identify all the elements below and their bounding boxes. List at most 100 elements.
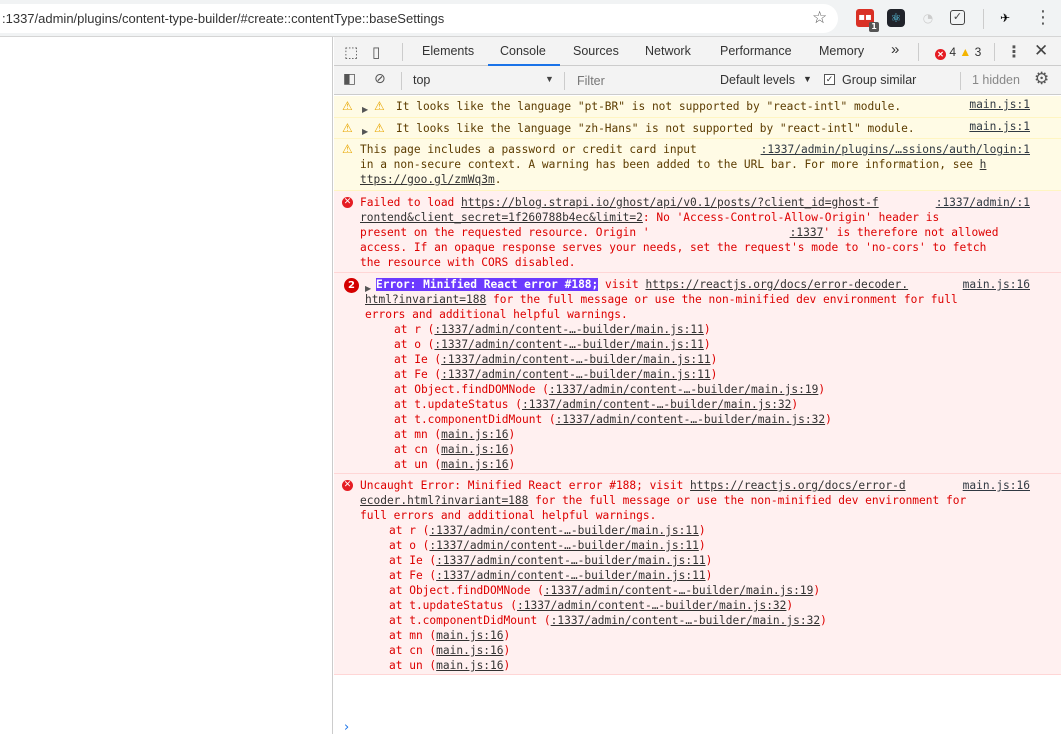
extension-disabled-icon[interactable]: ◔ <box>919 9 937 27</box>
more-tabs-icon[interactable]: » <box>891 41 899 58</box>
tab-sources[interactable]: Sources <box>573 44 619 58</box>
console-warning: ⚠ This page includes a password or credi… <box>334 139 1061 191</box>
kebab-menu-icon[interactable]: ⋮ <box>1006 42 1022 61</box>
stack-frame-link[interactable]: :1337/admin/content-…-builder/main.js:11 <box>429 539 698 552</box>
warning-text: It looks like the language "zh-Hans" is … <box>396 122 915 135</box>
tab-memory[interactable]: Memory <box>819 44 864 58</box>
star-icon[interactable]: ☆ <box>812 8 827 28</box>
stack-frame-link[interactable]: :1337/admin/content-…-builder/main.js:32 <box>556 413 825 426</box>
stack-frame: at Object.findDOMNode (:1337/admin/conte… <box>394 382 825 397</box>
group-similar-checkbox[interactable]: ✓ <box>824 74 835 85</box>
error-text: present on the requested resource. Origi… <box>360 226 650 239</box>
clear-console-icon[interactable]: ⊘ <box>374 71 386 87</box>
stack-frame-link[interactable]: :1337/admin/content-…-builder/main.js:11 <box>441 353 710 366</box>
source-link[interactable]: :1337/admin/:1 <box>936 195 1030 210</box>
stack-frame-link[interactable]: main.js:16 <box>436 629 503 642</box>
stack-frame-link[interactable]: :1337/admin/content-…-builder/main.js:32 <box>517 599 786 612</box>
source-link[interactable]: main.js:1 <box>969 97 1030 112</box>
error-text-line: Failed to load https://blog.strapi.io/gh… <box>360 195 879 210</box>
error-text: errors and additional helpful warnings. <box>365 308 628 321</box>
address-bar[interactable]: :1337/admin/plugins/content-type-builder… <box>0 4 838 33</box>
device-icon[interactable]: ▯ <box>372 43 380 61</box>
stack-frame-link[interactable]: main.js:16 <box>441 428 508 441</box>
source-link[interactable]: main.js:16 <box>963 478 1030 493</box>
stack-frame-end: ) <box>703 338 711 351</box>
stack-frame-link[interactable]: :1337/admin/content-…-builder/main.js:32 <box>522 398 791 411</box>
log-levels-dropdown[interactable]: Default levels <box>720 73 795 87</box>
inspect-icon[interactable]: ⬚ <box>344 43 358 61</box>
browser-toolbar: :1337/admin/plugins/content-type-builder… <box>0 0 1061 37</box>
error-decoder-link[interactable]: html?invariant=188 <box>365 293 486 306</box>
error-decoder-link[interactable]: ecoder.html?invariant=188 <box>360 494 528 507</box>
stack-frame-link[interactable]: :1337/admin/content-…-builder/main.js:11 <box>436 554 705 567</box>
error-text: full errors and additional helpful warni… <box>360 509 657 522</box>
help-link[interactable]: h <box>980 158 987 171</box>
stack-frame-function: at r ( <box>394 323 435 336</box>
stack-frame-link[interactable]: :1337/admin/content-…-builder/main.js:11 <box>429 524 698 537</box>
request-url-link[interactable]: rontend&client_secret=1f260788b4ec&limit… <box>360 211 643 224</box>
react-devtools-icon[interactable]: ⚛ <box>887 9 905 27</box>
stack-frame-function: at cn ( <box>389 644 437 657</box>
repeat-count-badge: 2 <box>344 278 359 293</box>
stack-frame-end: ) <box>791 398 799 411</box>
source-link[interactable]: :1337/admin/plugins/…ssions/auth/login:1 <box>761 142 1030 157</box>
warning-icon: ⚠ <box>342 99 353 113</box>
stack-frame-end: ) <box>825 413 832 426</box>
error-decoder-link[interactable]: https://reactjs.org/docs/error-d <box>690 479 906 492</box>
stack-frame-link[interactable]: :1337/admin/content-…-builder/main.js:11 <box>434 323 703 336</box>
warning-icon: ⚠ <box>374 99 385 113</box>
source-link[interactable]: main.js:1 <box>969 119 1030 134</box>
error-decoder-link[interactable]: https://reactjs.org/docs/error-decoder. <box>645 278 908 291</box>
issue-counter[interactable]: ✕ 4 ▲ 3 <box>935 45 981 60</box>
error-text-line: present on the requested resource. Origi… <box>360 225 998 240</box>
devtools-panel: ⬚ ▯ Elements Console Sources Network Per… <box>334 37 1061 734</box>
filter-input[interactable] <box>572 70 709 91</box>
stack-frame-function: at t.updateStatus ( <box>394 398 522 411</box>
chevron-down-icon[interactable]: ▼ <box>803 74 812 84</box>
tab-console[interactable]: Console <box>500 44 546 58</box>
gear-icon[interactable]: ⚙ <box>1034 69 1049 89</box>
sidebar-icon[interactable]: ◧ <box>343 71 356 87</box>
checkbox-extension-icon[interactable]: ✓ <box>950 10 965 25</box>
stack-frame-end: ) <box>703 323 711 336</box>
stack-frame-link[interactable]: :1337/admin/content-…-builder/main.js:19 <box>549 383 818 396</box>
console-prompt-icon[interactable]: › <box>344 720 349 734</box>
help-link[interactable]: ttps://goo.gl/zmWq3m <box>360 173 495 186</box>
console-toolbar: ◧ ⊘ top ▼ Default levels ▼ ✓ Group simil… <box>334 66 1061 95</box>
hidden-count: 1 hidden <box>972 73 1020 87</box>
tab-divider <box>402 43 403 61</box>
stack-frame-end: ) <box>503 629 511 642</box>
tab-elements[interactable]: Elements <box>422 44 474 58</box>
origin-link[interactable]: :1337 <box>790 226 824 239</box>
stack-frame-link[interactable]: :1337/admin/content-…-builder/main.js:32 <box>551 614 820 627</box>
extension-red-icon[interactable]: ▪▪ 1 <box>856 9 879 32</box>
stack-frame-link[interactable]: main.js:16 <box>441 443 508 456</box>
error-text: : No 'Access-Control-Allow-Origin' heade… <box>642 211 940 224</box>
stack-frame-link[interactable]: :1337/admin/content-…-builder/main.js:11 <box>434 338 703 351</box>
browser-menu-icon[interactable]: ⋮ <box>1034 7 1052 28</box>
stack-frame-function: at Ie ( <box>394 353 442 366</box>
tab-performance[interactable]: Performance <box>720 44 792 58</box>
stack-frame-function: at un ( <box>389 659 437 672</box>
url-text[interactable]: :1337/admin/plugins/content-type-builder… <box>2 11 444 26</box>
request-url-link[interactable]: https://blog.strapi.io/ghost/api/v0.1/po… <box>461 196 879 209</box>
source-link[interactable]: main.js:16 <box>963 277 1030 292</box>
context-selector[interactable]: top <box>413 73 430 87</box>
stack-frame-link[interactable]: :1337/admin/content-…-builder/main.js:11 <box>436 569 705 582</box>
stack-frame-link[interactable]: :1337/admin/content-…-builder/main.js:11 <box>441 368 710 381</box>
stack-frame: at un (main.js:16) <box>394 457 515 472</box>
puma-extension-icon[interactable]: ✈ <box>996 9 1014 27</box>
close-icon[interactable]: ✕ <box>1034 41 1048 61</box>
tab-network[interactable]: Network <box>645 44 691 58</box>
expand-triangle-icon[interactable]: ▶ <box>362 102 368 117</box>
stack-frame-link[interactable]: main.js:16 <box>441 458 508 471</box>
expand-triangle-icon[interactable]: ▶ <box>362 124 368 139</box>
stack-frame-link[interactable]: :1337/admin/content-…-builder/main.js:19 <box>544 584 813 597</box>
stack-frame-link[interactable]: main.js:16 <box>436 659 503 672</box>
chevron-down-icon[interactable]: ▼ <box>545 74 554 84</box>
stack-frame-link[interactable]: main.js:16 <box>436 644 503 657</box>
error-icon: ✕ <box>342 197 353 208</box>
stack-frame: at t.updateStatus (:1337/admin/content-…… <box>394 397 798 412</box>
stack-frame-function: at t.componentDidMount ( <box>389 614 551 627</box>
error-text-line: html?invariant=188 for the full message … <box>365 292 958 307</box>
